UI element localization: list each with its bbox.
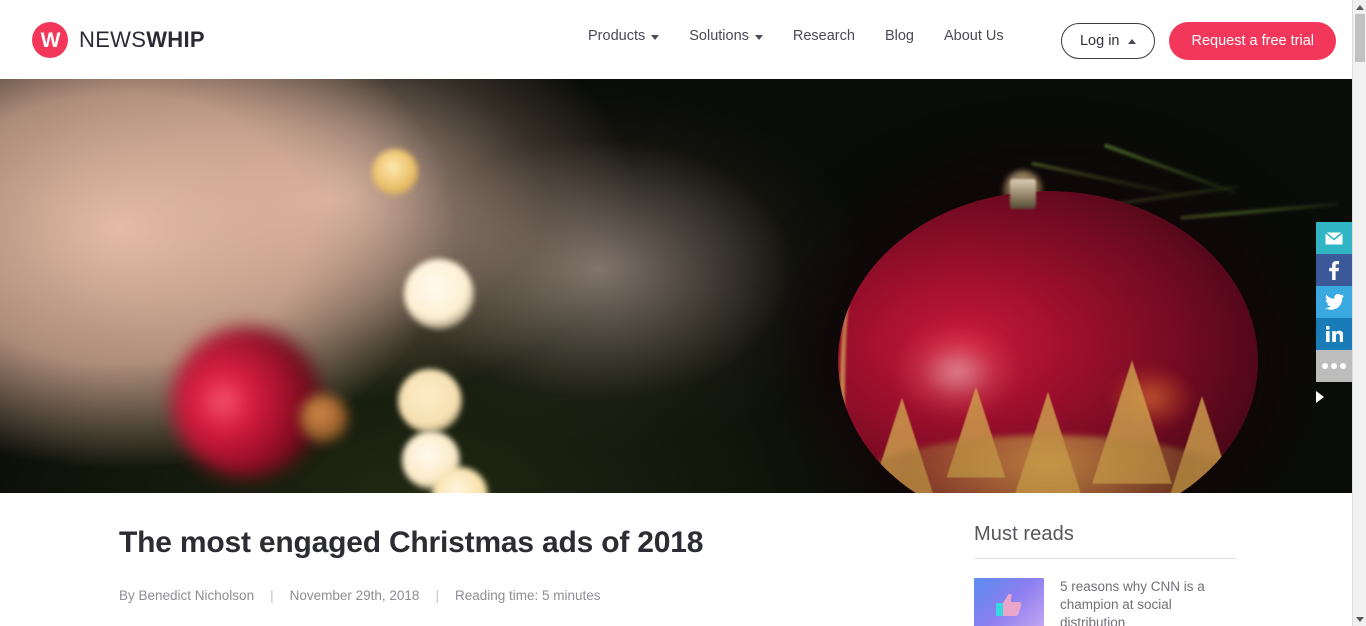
nav-label-solutions: Solutions [689,28,749,44]
must-reads-sidebar: Must reads 5 reasons why CNN is a champi… [974,523,1236,626]
nav-label-research: Research [792,28,855,44]
content-area: The most engaged Christmas ads of 2018 B… [0,493,1352,626]
nav-item-research[interactable]: Research [793,28,855,44]
hero-image [0,79,1352,493]
scrollbar-thumb[interactable] [1355,14,1365,62]
page-title: The most engaged Christmas ads of 2018 [119,526,704,559]
facebook-icon [1329,260,1339,280]
byline-separator: | [270,588,274,603]
scroll-down-button[interactable] [1353,612,1366,626]
blurred-red-bauble [172,327,322,477]
scroll-up-button[interactable] [1353,0,1366,14]
article-author: By Benedict Nicholson [119,588,255,603]
nav-item-blog[interactable]: Blog [885,28,914,44]
must-read-title: 5 reasons why CNN is a champion at socia… [1060,579,1205,626]
share-linkedin-button[interactable] [1316,318,1352,350]
chevron-down-icon [651,34,660,40]
bokeh-light [404,259,474,329]
share-more-button[interactable] [1316,350,1352,382]
login-button-label: Log in [1079,33,1120,49]
primary-nav: Products Solutions Research Blog About U… [588,28,1004,44]
nav-item-about-us[interactable]: About Us [944,28,1004,44]
chevron-down-icon [754,34,763,40]
triangle-down-icon [1356,616,1364,622]
nav-item-solutions[interactable]: Solutions [689,28,763,44]
list-item[interactable]: 5 reasons why CNN is a champion at socia… [974,578,1236,626]
bauble-rim [840,293,864,493]
social-share-rail [1316,222,1352,382]
login-button[interactable]: Log in [1060,23,1156,59]
newswhip-w-icon: W [32,22,68,58]
bokeh-light [372,149,418,195]
article-header: The most engaged Christmas ads of 2018 B… [119,525,879,603]
triangle-right-icon [1316,391,1324,403]
triangle-up-icon [1356,4,1364,10]
blurred-small-ornament [300,394,348,442]
nav-label-products: Products [588,28,646,44]
sidebar-heading: Must reads [974,523,1236,559]
logo-wordmark: NEWSWHIP [79,27,205,53]
trial-button-label: Request a free trial [1191,33,1314,49]
request-free-trial-button[interactable]: Request a free trial [1169,22,1336,60]
logo-word-news: NEWS [79,27,147,52]
nav-item-products[interactable]: Products [588,28,660,44]
nav-label-blog: Blog [884,28,914,44]
article-byline: By Benedict Nicholson | November 29th, 2… [119,588,879,603]
logo-word-whip: WHIP [146,27,205,52]
article-date: November 29th, 2018 [289,588,420,603]
chevron-up-icon [1128,38,1137,44]
byline-separator: | [435,588,439,603]
must-read-thumbnail [974,578,1044,626]
twitter-icon [1324,294,1344,310]
header-actions: Log in Request a free trial [1060,22,1336,60]
bokeh-light [398,369,462,433]
site-logo[interactable]: W NEWSWHIP [32,22,205,58]
nav-label-about-us: About Us [943,28,1004,44]
article-reading-time: Reading time: 5 minutes [454,588,601,603]
page-scrollbar[interactable] [1352,0,1366,626]
share-twitter-button[interactable] [1316,286,1352,318]
ornament-cap [1010,179,1036,209]
linkedin-icon [1325,326,1343,342]
thumbs-up-icon [996,593,1022,617]
page-root: W NEWSWHIP Products Solutions Research B… [0,0,1366,626]
share-facebook-button[interactable] [1316,254,1352,286]
share-rail-toggle[interactable] [1312,388,1328,406]
ellipsis-icon [1322,363,1346,369]
envelope-icon [1325,231,1343,244]
share-email-button[interactable] [1316,222,1352,254]
site-header: W NEWSWHIP Products Solutions Research B… [0,0,1352,79]
